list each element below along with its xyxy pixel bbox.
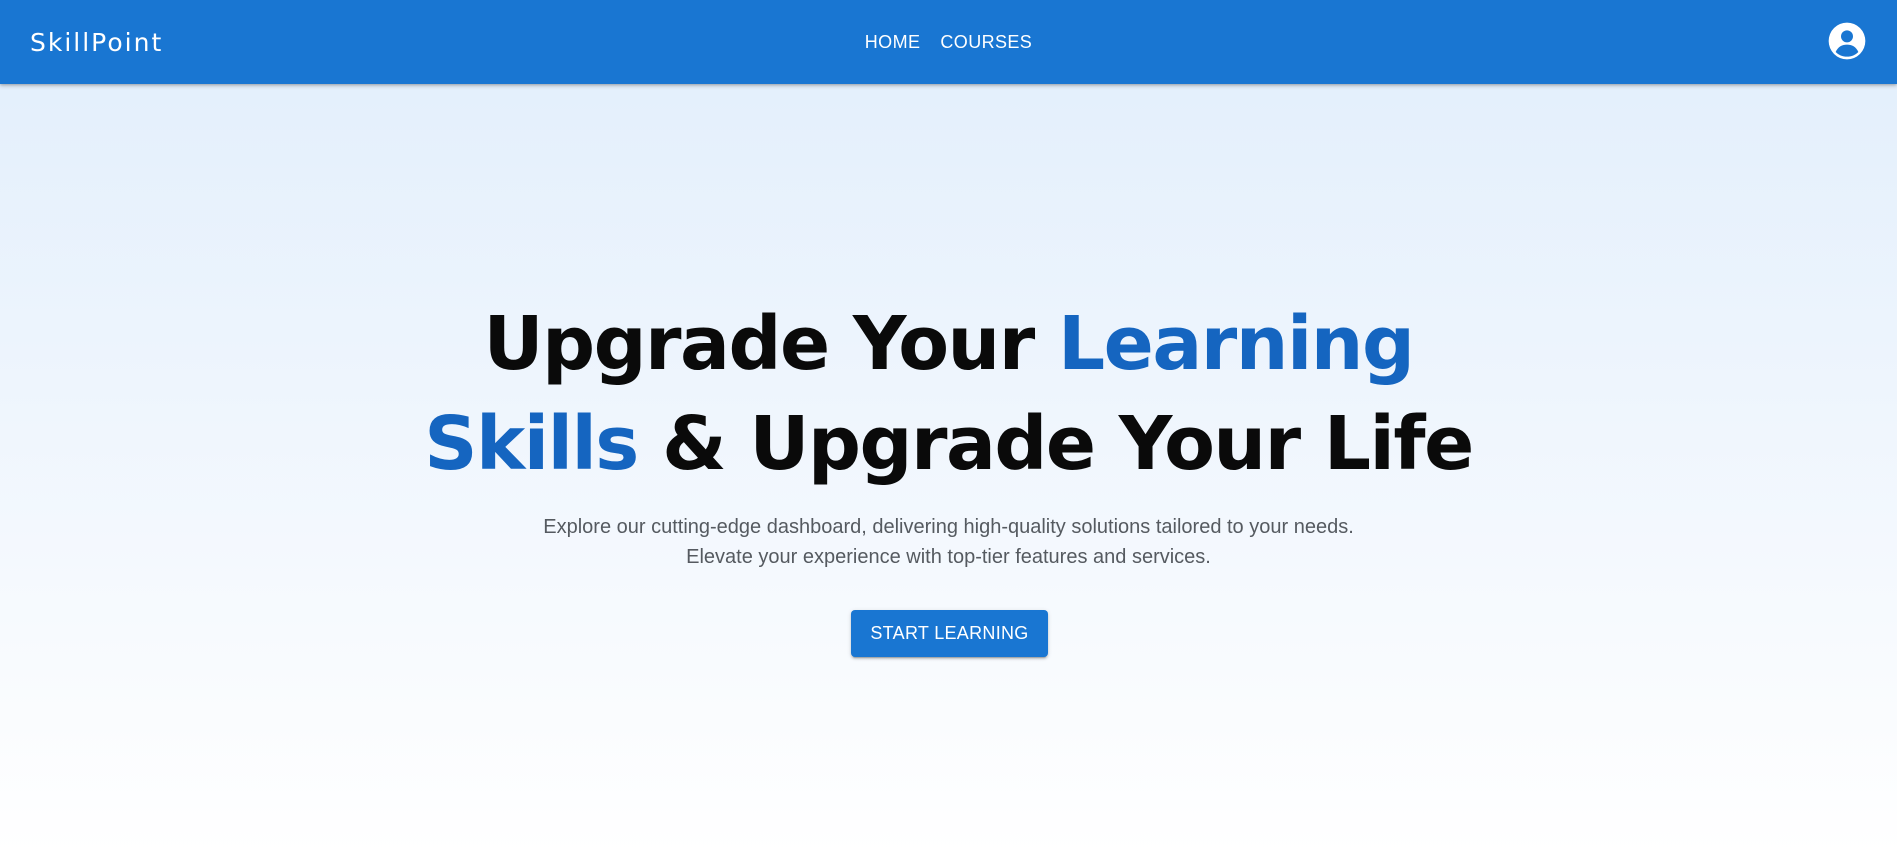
- hero-subtitle: Explore our cutting-edge dashboard, deli…: [0, 512, 1897, 572]
- headline-accent-skills: Skills: [424, 401, 639, 487]
- hero-section: Upgrade Your Learning Skills & Upgrade Yo…: [0, 84, 1897, 855]
- brand-logo[interactable]: SkillPoint: [30, 0, 163, 84]
- start-learning-button[interactable]: START LEARNING: [851, 610, 1048, 657]
- hero-headline: Upgrade Your Learning Skills & Upgrade Yo…: [0, 294, 1897, 494]
- account-circle-icon: [1828, 22, 1866, 60]
- account-button[interactable]: [1826, 20, 1868, 62]
- nav-home-button[interactable]: HOME: [857, 24, 929, 61]
- nav-courses-button[interactable]: COURSES: [932, 24, 1040, 61]
- main-nav: HOME COURSES: [0, 0, 1897, 84]
- headline-part2: & Upgrade Your Life: [637, 401, 1474, 487]
- app-bar: SkillPoint HOME COURSES: [0, 0, 1897, 84]
- headline-part1: Upgrade Your: [483, 301, 1058, 387]
- headline-accent-learning: Learning: [1057, 301, 1415, 387]
- subtitle-line-1: Explore our cutting-edge dashboard, deli…: [543, 516, 1354, 538]
- subtitle-line-2: Elevate your experience with top-tier fe…: [686, 546, 1211, 568]
